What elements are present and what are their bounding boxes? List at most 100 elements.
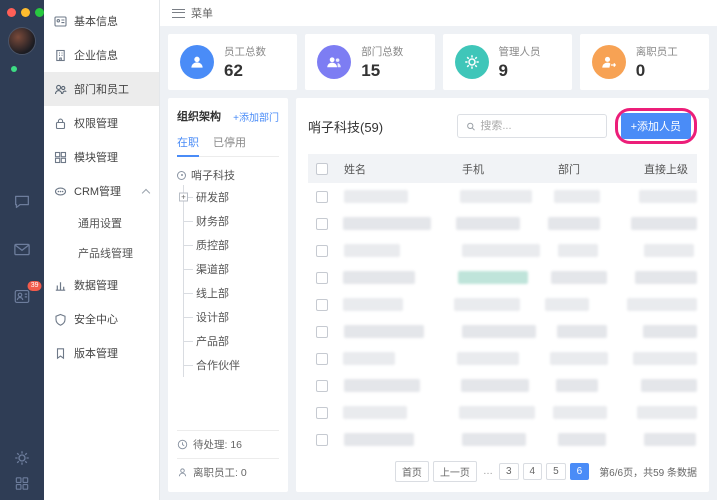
pagination-page-button[interactable]: 4 <box>523 463 543 480</box>
sidebar-item-permissions[interactable]: 权限管理 <box>44 106 159 140</box>
tree-item-dept[interactable]: 产品部 <box>184 329 279 353</box>
table-row[interactable] <box>308 399 697 426</box>
sidebar-item-security-center[interactable]: 安全中心 <box>44 302 159 336</box>
blurred-cell <box>558 244 598 257</box>
blurred-cell <box>344 244 400 257</box>
column-header-name[interactable]: 姓名 <box>344 161 462 177</box>
table-row[interactable] <box>308 426 697 453</box>
minimize-button[interactable] <box>21 8 30 17</box>
pagination-page-button-active[interactable]: 6 <box>570 463 590 480</box>
chat-icon[interactable] <box>13 192 32 211</box>
stat-icon-2 <box>455 45 489 79</box>
tree-item-dept[interactable]: 质控部 <box>184 233 279 257</box>
table-row[interactable] <box>308 291 697 318</box>
stat-icon-1 <box>317 45 351 79</box>
tree-item-dept[interactable]: 合作伙伴 <box>184 353 279 377</box>
sidebar-item-departments-employees[interactable]: 部门和员工 <box>44 72 159 106</box>
zoom-button[interactable] <box>35 8 44 17</box>
department-icon <box>325 53 343 71</box>
apps-grid-icon[interactable] <box>14 475 31 492</box>
table-row[interactable] <box>308 318 697 345</box>
tree-item-dept[interactable]: 设计部 <box>184 305 279 329</box>
pagination-page-button[interactable]: 5 <box>546 463 566 480</box>
table-row[interactable] <box>308 345 697 372</box>
row-checkbox[interactable] <box>316 434 328 446</box>
blurred-cell <box>344 325 424 338</box>
blurred-cell <box>554 190 600 203</box>
blurred-cell <box>462 325 536 338</box>
blurred-cell <box>343 298 403 311</box>
search-box[interactable] <box>457 114 607 138</box>
stat-label: 管理人员 <box>499 44 541 59</box>
column-header-department[interactable]: 部门 <box>558 161 644 177</box>
search-input[interactable] <box>480 120 597 132</box>
menu-label[interactable]: 菜单 <box>191 5 213 21</box>
employee-icon <box>188 53 206 71</box>
search-icon <box>466 121 476 132</box>
table-row[interactable] <box>308 237 697 264</box>
blurred-cell <box>631 217 697 230</box>
table-row[interactable] <box>308 210 697 237</box>
pagination-prev-button[interactable]: 上一页 <box>433 461 477 482</box>
blurred-cell <box>458 271 528 284</box>
row-checkbox[interactable] <box>316 245 328 257</box>
tree-item-label: 设计部 <box>196 312 229 324</box>
tree-item-label: 合作伙伴 <box>196 360 240 372</box>
stat-card-admins: 管理人员 9 <box>443 34 572 90</box>
sidebar-item-basic-info[interactable]: 基本信息 <box>44 4 159 38</box>
tree-item-label: 研发部 <box>196 192 229 204</box>
row-checkbox[interactable] <box>316 380 328 392</box>
column-header-supervisor[interactable]: 直接上级 <box>644 161 697 177</box>
column-header-phone[interactable]: 手机 <box>462 161 558 177</box>
sidebar-subitem-product-line[interactable]: 产品线管理 <box>44 238 159 268</box>
version-icon <box>54 347 67 360</box>
tree-item-dept[interactable]: +研发部 <box>184 185 279 209</box>
sidebar-item-label: 部门和员工 <box>74 81 129 97</box>
blurred-cell <box>344 379 420 392</box>
tree-item-label: 质控部 <box>196 240 229 252</box>
blurred-cell <box>344 433 414 446</box>
tree-root-company[interactable]: 哨子科技 <box>177 167 279 183</box>
pending-row[interactable]: 待处理: 16 <box>177 430 279 458</box>
hamburger-menu-icon[interactable] <box>172 9 185 18</box>
close-button[interactable] <box>7 8 16 17</box>
row-checkbox[interactable] <box>316 353 328 365</box>
sidebar-item-version-management[interactable]: 版本管理 <box>44 336 159 370</box>
contact-card-icon[interactable]: 39 <box>13 287 32 306</box>
table-row[interactable] <box>308 372 697 399</box>
pagination-page-button[interactable]: 3 <box>499 463 519 480</box>
row-checkbox[interactable] <box>316 326 328 338</box>
pagination-first-button[interactable]: 首页 <box>395 461 429 482</box>
tree-item-label: 线上部 <box>196 288 229 300</box>
resigned-row[interactable]: 离职员工: 0 <box>177 458 279 486</box>
sidebar-item-crm[interactable]: CRM管理 <box>44 174 159 208</box>
tree-item-dept[interactable]: 线上部 <box>184 281 279 305</box>
mail-icon[interactable] <box>13 240 32 259</box>
row-checkbox[interactable] <box>316 191 328 203</box>
sidebar-item-data-management[interactable]: 数据管理 <box>44 268 159 302</box>
tab-active-employees[interactable]: 在职 <box>177 134 199 157</box>
row-checkbox[interactable] <box>316 299 328 311</box>
row-checkbox[interactable] <box>316 407 328 419</box>
row-checkbox[interactable] <box>316 218 328 230</box>
select-all-checkbox[interactable] <box>316 163 328 175</box>
sidebar-subitem-general-settings[interactable]: 通用设置 <box>44 208 159 238</box>
avatar[interactable] <box>8 27 36 55</box>
tree-item-dept[interactable]: 渠道部 <box>184 257 279 281</box>
sidebar-item-company-info[interactable]: 企业信息 <box>44 38 159 72</box>
add-department-link[interactable]: +添加部门 <box>233 109 279 124</box>
tree-item-dept[interactable]: 财务部 <box>184 209 279 233</box>
table-row[interactable] <box>308 183 697 210</box>
org-structure-title: 组织架构 <box>177 108 221 124</box>
tab-disabled[interactable]: 已停用 <box>213 134 246 156</box>
row-checkbox[interactable] <box>316 272 328 284</box>
crm-icon <box>54 185 67 198</box>
blurred-cell <box>633 352 697 365</box>
table-row[interactable] <box>308 264 697 291</box>
sidebar-item-modules[interactable]: 模块管理 <box>44 140 159 174</box>
expand-plus-icon[interactable]: + <box>179 193 188 202</box>
gear-icon[interactable] <box>13 449 31 467</box>
blurred-cell <box>637 406 697 419</box>
online-status-dot <box>11 66 17 72</box>
add-person-button[interactable]: +添加人员 <box>621 113 691 139</box>
